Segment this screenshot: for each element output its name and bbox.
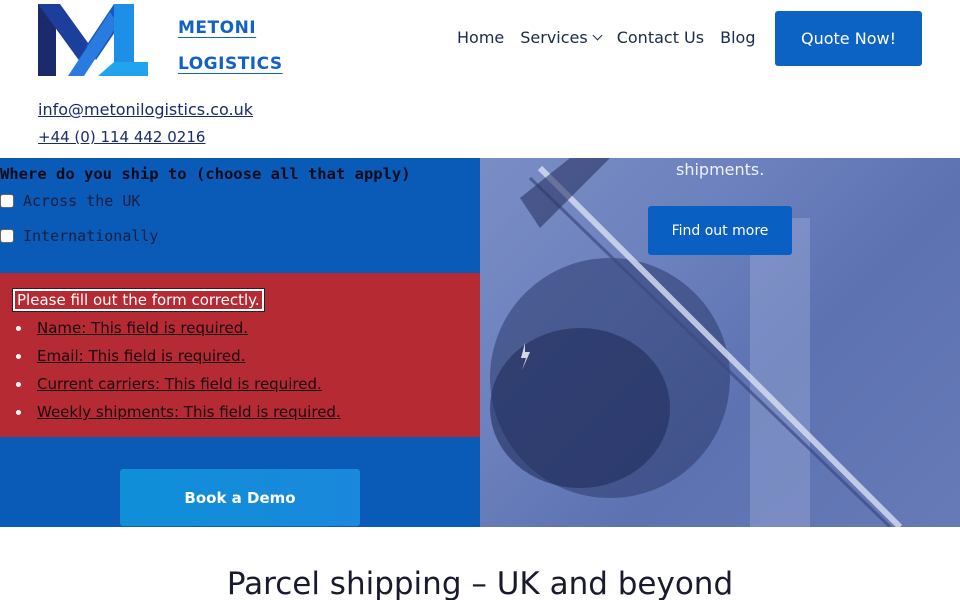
error-link-shipments[interactable]: Weekly shipments: This field is required… <box>37 403 341 421</box>
bullet-icon <box>16 353 21 359</box>
option-label: Internationally <box>23 227 159 245</box>
phone-link[interactable]: +44 (0) 114 442 0216 <box>38 128 253 146</box>
chevron-down-icon <box>592 30 603 41</box>
main-nav: Home Services Contact Us Blog <box>457 28 771 47</box>
brand-line-2[interactable]: LOGISTICS <box>178 46 283 82</box>
nav-contact[interactable]: Contact Us <box>617 28 704 47</box>
contact-info: info@metonilogistics.co.uk +44 (0) 114 4… <box>38 100 253 146</box>
nav-services-label: Services <box>520 28 588 47</box>
checkbox-across-uk[interactable] <box>0 194 14 208</box>
site-header: METONI LOGISTICS Home Services Contact U… <box>0 0 960 158</box>
section-title: Parcel shipping – UK and beyond <box>226 566 734 600</box>
bullet-icon <box>16 381 21 387</box>
ship-to-question: Where do you ship to (choose all that ap… <box>0 165 411 183</box>
hero-text: shipments. <box>676 160 765 179</box>
list-item: Weekly shipments: This field is required… <box>16 398 341 426</box>
option-internationally[interactable]: Internationally <box>0 227 158 245</box>
error-link-name[interactable]: Name: This field is required. <box>37 319 248 337</box>
option-label: Across the UK <box>23 192 141 210</box>
quote-now-button[interactable]: Quote Now! <box>775 11 922 66</box>
nav-blog[interactable]: Blog <box>720 28 755 47</box>
metoni-logo[interactable] <box>38 4 148 76</box>
error-link-email[interactable]: Email: This field is required. <box>37 347 245 365</box>
bullet-icon <box>16 325 21 331</box>
list-item: Email: This field is required. <box>16 342 341 370</box>
error-list: Name: This field is required. Email: Thi… <box>16 314 341 426</box>
book-demo-button[interactable]: Book a Demo <box>120 469 360 526</box>
nav-services[interactable]: Services <box>520 28 603 47</box>
find-out-more-button[interactable]: Find out more <box>648 206 792 255</box>
email-link[interactable]: info@metonilogistics.co.uk <box>38 100 253 128</box>
list-item: Current carriers: This field is required… <box>16 370 341 398</box>
brand-line-1[interactable]: METONI <box>178 10 283 46</box>
brand-name[interactable]: METONI LOGISTICS <box>178 10 283 82</box>
bullet-icon <box>16 409 21 415</box>
checkbox-internationally[interactable] <box>0 229 14 243</box>
option-across-uk[interactable]: Across the UK <box>0 192 140 210</box>
error-title: Please fill out the form correctly. <box>12 288 265 312</box>
error-link-carriers[interactable]: Current carriers: This field is required… <box>37 375 322 393</box>
nav-home[interactable]: Home <box>457 28 504 47</box>
list-item: Name: This field is required. <box>16 314 341 342</box>
